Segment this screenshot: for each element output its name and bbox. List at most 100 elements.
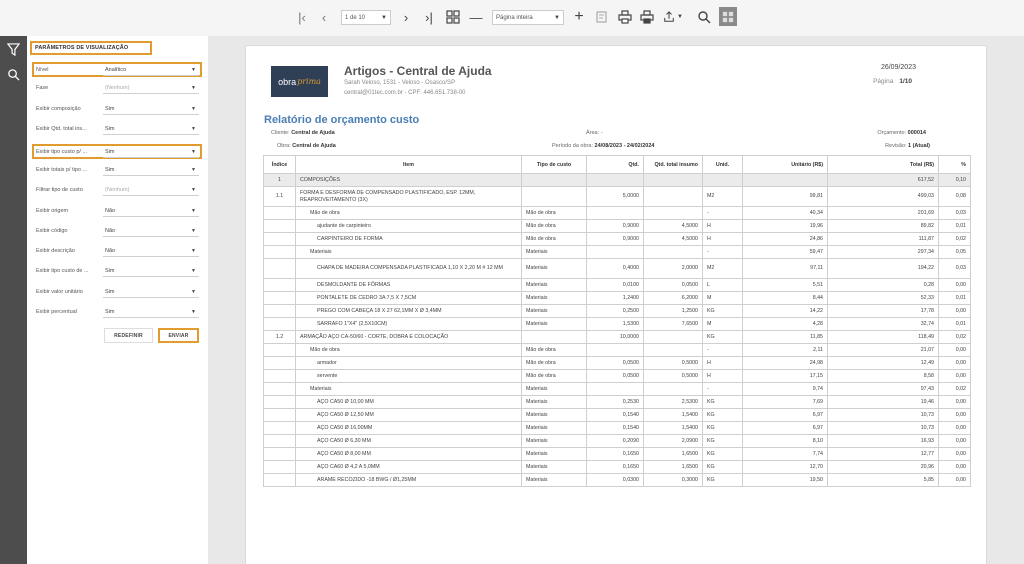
- zoom-out-icon[interactable]: —: [469, 8, 483, 26]
- table-cell: 8,10: [742, 434, 828, 448]
- table-cell: Materiais: [521, 278, 587, 292]
- table-cell: 16,93: [827, 434, 939, 448]
- param-row: Exibir percentual Sim ▼: [34, 306, 202, 320]
- table-cell: 19,96: [742, 219, 828, 233]
- grid-view-icon[interactable]: [446, 8, 460, 26]
- table-cell: 8,44: [742, 291, 828, 305]
- table-row: Mão de obra Mão de obra -2,11 21,07 0,00: [263, 343, 971, 357]
- param-label: Exibir descrição: [36, 248, 75, 254]
- send-button[interactable]: ENVIAR: [158, 328, 199, 343]
- panel-title: PARÂMETROS DE VISUALIZAÇÃO: [30, 41, 152, 55]
- table-cell: 19,50: [742, 473, 828, 487]
- param-select[interactable]: Sim ▼: [103, 287, 199, 298]
- param-select[interactable]: (Nenhum) ▼: [103, 83, 199, 94]
- table-cell: Materiais: [521, 408, 587, 422]
- param-select[interactable]: (Nenhum) ▼: [103, 185, 199, 196]
- table-cell: 0,0500: [643, 278, 703, 292]
- param-value: Não: [105, 248, 116, 254]
- column-header[interactable]: Índice: [263, 155, 296, 174]
- table-cell: 17,78: [827, 304, 939, 318]
- report-date: 26/09/2023: [880, 64, 916, 71]
- column-header[interactable]: Total (R$): [827, 155, 939, 174]
- report-area[interactable]: obra prima Artigos - Central de Ajuda Sar…: [208, 36, 1024, 564]
- table-cell: H: [702, 232, 743, 246]
- print-icon[interactable]: [618, 8, 632, 26]
- edit-document-icon[interactable]: [595, 8, 609, 26]
- param-value: Não: [105, 228, 116, 234]
- param-select[interactable]: Não ▼: [103, 206, 199, 217]
- table-cell: [263, 395, 296, 409]
- budget-info: Orçamento: 000014: [877, 130, 926, 136]
- table-cell: 0,1540: [586, 408, 644, 422]
- table-cell: AÇO CA50 Ø 6,30 MM: [295, 434, 522, 448]
- table-cell: [521, 186, 587, 207]
- table-cell: 194,22: [827, 258, 939, 279]
- table-cell: [586, 382, 644, 396]
- fullscreen-icon[interactable]: [719, 7, 737, 26]
- param-select[interactable]: Sim ▼: [103, 266, 199, 277]
- table-cell: 5,51: [742, 278, 828, 292]
- next-page-icon[interactable]: ›: [400, 8, 412, 26]
- company-contact: central@01tec.com.br - CPF: 446.651.738-…: [344, 90, 466, 96]
- table-cell: [586, 173, 644, 187]
- table-cell: 0,9000: [586, 232, 644, 246]
- budget-table: Índice Item Tipo de custo Qtd. Qtd. total in…: [263, 155, 971, 487]
- table-cell: [521, 330, 587, 344]
- param-select[interactable]: Sim ▼: [103, 147, 199, 158]
- filter-icon[interactable]: [0, 37, 27, 61]
- table-row: Materiais Materiais -59,47 297,34 0,05: [263, 245, 971, 259]
- column-header[interactable]: %: [938, 155, 971, 174]
- param-select[interactable]: Sim ▼: [103, 307, 199, 318]
- print-page-icon[interactable]: [640, 8, 654, 26]
- zoom-in-icon[interactable]: +: [572, 8, 586, 26]
- table-cell: [586, 245, 644, 259]
- table-cell: 4,5000: [643, 219, 703, 233]
- table-row: PREGO COM CABEÇA 18 X 27 62,1MM X Ø 3,4M…: [263, 304, 971, 318]
- chevron-down-icon: ▼: [191, 268, 196, 274]
- param-select[interactable]: Sim ▼: [103, 104, 199, 115]
- column-header[interactable]: Item: [295, 155, 522, 174]
- table-cell: 0,0300: [586, 473, 644, 487]
- table-row: servente Mão de obra 0,0500 0,5000 H 17,15 8,5…: [263, 369, 971, 383]
- column-header[interactable]: Unid.: [702, 155, 743, 174]
- table-cell: 0,9000: [586, 219, 644, 233]
- table-cell: Materiais: [521, 304, 587, 318]
- table-cell: [263, 317, 296, 331]
- last-page-icon[interactable]: ›|: [422, 8, 436, 26]
- table-cell: KG: [702, 421, 743, 435]
- param-select[interactable]: Não ▼: [103, 246, 199, 257]
- previous-page-icon[interactable]: ‹: [318, 8, 330, 26]
- param-select[interactable]: Sim ▼: [103, 124, 199, 135]
- table-cell: [643, 343, 703, 357]
- table-cell: Mão de obra: [521, 206, 587, 220]
- table-cell: 0,2090: [586, 434, 644, 448]
- page-value: 1/10: [899, 78, 912, 85]
- param-select[interactable]: Não ▼: [103, 226, 199, 237]
- chevron-down-icon: ▼: [191, 309, 196, 315]
- first-page-icon[interactable]: |‹: [296, 8, 308, 26]
- reset-button[interactable]: REDEFINIR: [104, 328, 153, 343]
- param-value: Sim: [105, 268, 115, 274]
- page-label: Página: [873, 78, 894, 85]
- column-header[interactable]: Qtd. total insumo: [643, 155, 703, 174]
- search-icon[interactable]: [0, 62, 27, 86]
- column-header[interactable]: Unitário (R$): [742, 155, 828, 174]
- export-icon[interactable]: ▼: [662, 8, 684, 26]
- table-cell: 111,87: [827, 232, 939, 246]
- param-row: Exibir código Não ▼: [34, 225, 202, 239]
- column-header[interactable]: Qtd.: [586, 155, 644, 174]
- param-select[interactable]: Analítico ▼: [103, 65, 199, 76]
- table-cell: Mão de obra: [521, 343, 587, 357]
- table-row: DESMOLDANTE DE FÔRMAS Materiais 0,0100 0,05…: [263, 278, 971, 292]
- param-select[interactable]: Sim ▼: [103, 165, 199, 176]
- table-cell: CARPINTEIRO DE FORMA: [295, 232, 522, 246]
- table-cell: ARAME RECOZIDO -18 BWG / Ø1,25MM: [295, 473, 522, 487]
- search-icon[interactable]: [697, 8, 711, 26]
- table-cell: 20,96: [827, 460, 939, 474]
- table-cell: [263, 421, 296, 435]
- page-select[interactable]: 1 de 10 ▼: [341, 10, 391, 25]
- zoom-select[interactable]: Página inteira ▼: [492, 10, 564, 25]
- table-cell: H: [702, 369, 743, 383]
- column-header[interactable]: Tipo de custo: [521, 155, 587, 174]
- table-cell: 99,81: [742, 186, 828, 207]
